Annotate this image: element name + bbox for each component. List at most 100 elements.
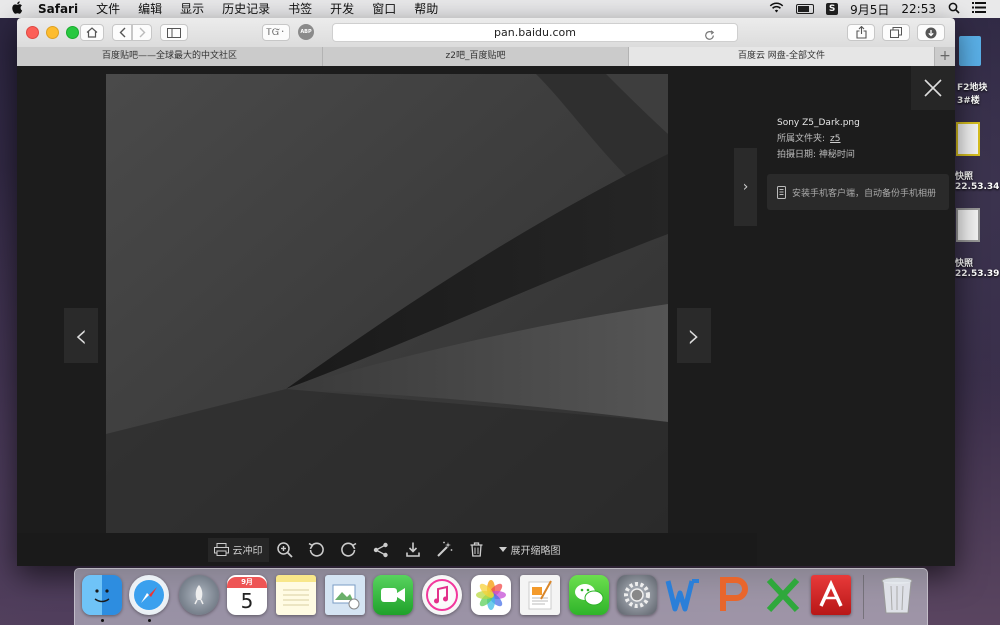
zoom-in-icon xyxy=(276,541,293,558)
forward-button[interactable] xyxy=(132,24,152,41)
date-label: 拍摄日期: xyxy=(777,150,817,160)
file-info: Sony Z5_Dark.png 所属文件夹: z5 拍摄日期: 神秘时间 xyxy=(777,115,860,163)
rotate-right-button[interactable] xyxy=(333,538,365,562)
trash-icon[interactable] xyxy=(877,575,917,615)
rotate-left-icon xyxy=(308,542,324,557)
tab-z2-tieba[interactable]: z2吧_百度贴吧 xyxy=(323,47,629,66)
share-image-button[interactable] xyxy=(365,538,397,562)
menu-file[interactable]: 文件 xyxy=(87,0,129,18)
menu-view[interactable]: 显示 xyxy=(171,0,213,18)
menu-history[interactable]: 历史记录 xyxy=(213,0,279,18)
wechat-icon[interactable] xyxy=(569,575,609,615)
desktop-folder-icon[interactable] xyxy=(957,36,981,66)
desktop-item-label[interactable]: 快照 22.53.39 xyxy=(955,256,999,279)
launchpad-icon[interactable] xyxy=(179,575,219,615)
date-label[interactable]: 9月5日 xyxy=(850,1,889,18)
pages-icon[interactable] xyxy=(520,575,560,615)
back-button[interactable] xyxy=(112,24,132,41)
beautify-button[interactable] xyxy=(429,538,461,562)
tabs-icon xyxy=(890,27,902,38)
share-button[interactable] xyxy=(847,24,875,41)
time-label[interactable]: 22:53 xyxy=(901,2,936,16)
cloud-print-button[interactable]: 云冲印 xyxy=(207,537,269,562)
menu-edit[interactable]: 编辑 xyxy=(129,0,171,18)
download-icon xyxy=(405,542,420,557)
facetime-icon[interactable] xyxy=(373,575,413,615)
autocad-icon[interactable] xyxy=(811,575,851,615)
dock-separator xyxy=(863,575,864,619)
expand-thumbnails-button[interactable]: 展开缩略图 xyxy=(493,538,567,562)
trash-icon xyxy=(470,542,483,557)
close-viewer-button[interactable] xyxy=(911,66,955,110)
magic-wand-icon xyxy=(437,541,453,557)
word-icon[interactable] xyxy=(665,575,705,615)
tab-baidu-pan[interactable]: 百度云 网盘-全部文件 xyxy=(629,47,935,66)
zoom-window-button[interactable] xyxy=(66,26,79,39)
wallpaper-graphic xyxy=(106,74,668,566)
share-nodes-icon xyxy=(373,542,388,557)
share-icon xyxy=(855,26,867,39)
chevron-left-icon xyxy=(119,27,125,38)
minimize-window-button[interactable] xyxy=(46,26,59,39)
battery-icon[interactable] xyxy=(796,4,815,14)
excel-icon[interactable] xyxy=(763,575,803,615)
address-bar[interactable]: pan.baidu.com xyxy=(332,23,738,42)
rotate-right-icon xyxy=(341,542,357,557)
new-tab-button[interactable]: + xyxy=(935,47,955,66)
dock: 9月 5 xyxy=(74,568,928,625)
viewer-toolbar: 云冲印 展开缩略图 xyxy=(17,533,757,566)
delete-image-button[interactable] xyxy=(461,538,493,562)
next-image-button[interactable]: › xyxy=(677,308,711,363)
expand-thumbnails-label: 展开缩略图 xyxy=(510,546,561,557)
install-client-banner[interactable]: 安装手机客户端，自动备份手机相册 xyxy=(767,174,949,210)
preview-image xyxy=(106,74,668,566)
apple-icon[interactable] xyxy=(0,0,34,18)
menu-develop[interactable]: 开发 xyxy=(321,0,363,18)
menu-help[interactable]: 帮助 xyxy=(405,0,447,18)
menu-bar: Safari 文件 编辑 显示 历史记录 书签 开发 窗口 帮助 S 9月5日 … xyxy=(0,0,1000,18)
close-window-button[interactable] xyxy=(26,26,39,39)
screenshot-file-icon[interactable] xyxy=(956,122,980,156)
folder-link[interactable]: z5 xyxy=(830,134,840,144)
finder-icon[interactable] xyxy=(82,575,122,615)
itunes-icon[interactable] xyxy=(422,575,462,615)
abp-extension-button[interactable]: ABP xyxy=(298,24,314,40)
previous-image-button[interactable]: ‹ xyxy=(64,308,98,363)
info-panel: › Sony Z5_Dark.png 所属文件夹: z5 拍摄日期: 神秘时间 安… xyxy=(734,66,955,566)
calendar-day: 5 xyxy=(240,588,254,613)
tab-overview-button[interactable] xyxy=(882,24,910,41)
system-preferences-icon[interactable] xyxy=(617,575,657,615)
spotlight-icon[interactable] xyxy=(948,2,960,17)
notification-center-icon[interactable] xyxy=(972,2,986,16)
notes-icon[interactable] xyxy=(276,575,316,615)
s-app-icon[interactable]: S xyxy=(826,3,839,15)
desktop-item-label[interactable]: 快照 22.53.34 xyxy=(955,169,999,192)
safari-window: ᎢᏳ᛫ ABP pan.baidu.com 百度贴吧——全球最大的中文社区 z2… xyxy=(17,18,955,566)
home-icon xyxy=(86,27,98,38)
collapse-panel-button[interactable]: › xyxy=(734,148,757,226)
file-name: Sony Z5_Dark.png xyxy=(777,118,860,128)
zoom-in-button[interactable] xyxy=(269,538,301,562)
photos-icon[interactable] xyxy=(471,575,511,615)
wifi-icon[interactable] xyxy=(769,2,784,16)
downloads-button[interactable] xyxy=(917,24,945,41)
home-button[interactable] xyxy=(80,24,104,41)
safari-icon[interactable] xyxy=(129,575,169,615)
running-indicator xyxy=(148,619,151,622)
menu-safari[interactable]: Safari xyxy=(34,0,87,18)
reload-icon[interactable] xyxy=(704,26,715,45)
reader-extension-button[interactable]: ᎢᏳ᛫ xyxy=(262,24,290,41)
download-image-button[interactable] xyxy=(397,538,429,562)
folder-label: 所属文件夹: xyxy=(777,134,826,144)
menu-bookmarks[interactable]: 书签 xyxy=(279,0,321,18)
desktop-item-label[interactable]: F2地块 3#楼 xyxy=(957,80,987,106)
menu-window[interactable]: 窗口 xyxy=(363,0,405,18)
tab-tieba-home[interactable]: 百度贴吧——全球最大的中文社区 xyxy=(17,47,323,66)
calendar-icon[interactable]: 9月 5 xyxy=(227,575,267,615)
powerpoint-icon[interactable] xyxy=(714,575,754,615)
sidebar-toggle-button[interactable] xyxy=(160,24,188,41)
rotate-left-button[interactable] xyxy=(301,538,333,562)
caret-down-icon xyxy=(498,546,507,552)
preview-icon[interactable] xyxy=(325,575,365,615)
screenshot-file-icon[interactable] xyxy=(956,208,980,242)
